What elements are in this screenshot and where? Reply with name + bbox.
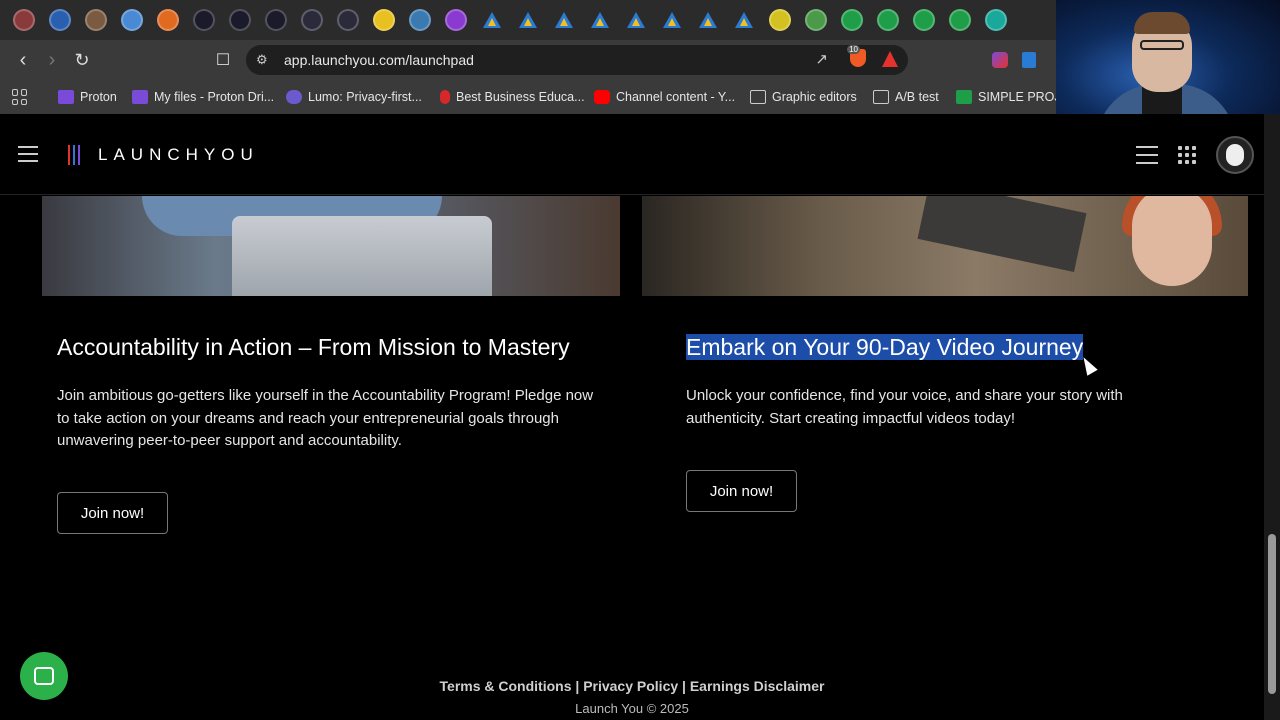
folder-icon	[750, 90, 766, 104]
scrollbar[interactable]	[1264, 114, 1280, 720]
menu-icon[interactable]	[18, 146, 38, 162]
sheets-icon	[956, 90, 972, 104]
header-actions	[1136, 136, 1254, 174]
accountability-image	[42, 196, 620, 296]
privacy-link[interactable]: Privacy Policy	[583, 678, 678, 694]
pinned-tab[interactable]	[330, 2, 366, 38]
pinned-tab[interactable]	[942, 2, 978, 38]
apps-icon[interactable]	[12, 89, 28, 105]
back-icon[interactable]: ‹	[8, 45, 38, 75]
pinned-tab[interactable]	[762, 2, 798, 38]
earnings-link[interactable]: Earnings Disclaimer	[690, 678, 825, 694]
terms-link[interactable]: Terms & Conditions	[440, 678, 572, 694]
url-text[interactable]: app.launchyou.com/launchpad	[284, 52, 474, 68]
card-title-accountability: Accountability in Action – From Mission …	[57, 334, 570, 360]
apps-grid-icon[interactable]	[1178, 146, 1196, 164]
bookmark-ab-test[interactable]: A/B test	[873, 90, 939, 104]
pinned-tab[interactable]	[186, 2, 222, 38]
bookmark-lumo[interactable]: Lumo: Privacy-first...	[286, 90, 422, 104]
extension-icon[interactable]	[992, 52, 1008, 68]
pinned-tab[interactable]	[798, 2, 834, 38]
card-text-accountability: Join ambitious go-getters like yourself …	[57, 387, 594, 449]
join-now-button-video-journey[interactable]: Join now!	[686, 470, 797, 512]
join-now-button-accountability[interactable]: Join now!	[57, 492, 168, 534]
bookmark-proton-drive[interactable]: My files - Proton Dri...	[132, 90, 274, 104]
card-text-video-journey: Unlock your confidence, find your voice,…	[686, 387, 1123, 427]
ads-tab-icon[interactable]	[690, 2, 726, 38]
avatar[interactable]	[1216, 136, 1254, 174]
bookmark-business[interactable]: Best Business Educa...	[440, 90, 585, 104]
folder-icon	[873, 90, 889, 104]
footer-separator: |	[682, 678, 686, 694]
ads-tab-icon[interactable]	[582, 2, 618, 38]
pinned-tab[interactable]	[402, 2, 438, 38]
pinned-tab[interactable]	[6, 2, 42, 38]
pinned-tab[interactable]	[150, 2, 186, 38]
logo-bars-icon	[68, 145, 80, 165]
ads-tab-icon[interactable]	[510, 2, 546, 38]
footer-separator: |	[575, 678, 580, 694]
bookmark-proton[interactable]: Proton	[58, 90, 117, 104]
lumo-icon	[286, 90, 302, 104]
footer-links: Terms & Conditions | Privacy Policy | Ea…	[0, 678, 1264, 694]
brave-rewards-icon[interactable]	[882, 51, 898, 67]
bookmark-youtube[interactable]: Channel content - Y...	[594, 90, 735, 104]
youtube-icon	[594, 90, 610, 104]
ads-tab-icon[interactable]	[618, 2, 654, 38]
scrollbar-thumb[interactable]	[1268, 534, 1276, 694]
ads-tab-icon[interactable]	[654, 2, 690, 38]
pinned-tab[interactable]	[222, 2, 258, 38]
forward-icon[interactable]: ›	[37, 45, 67, 75]
reload-icon[interactable]: ↻	[67, 45, 97, 75]
pinned-tab[interactable]	[366, 2, 402, 38]
site-settings-icon[interactable]: ⚙	[256, 52, 268, 68]
pin-icon	[440, 90, 450, 104]
omnibox[interactable]: ⚙ app.launchyou.com/launchpad ↗ 10	[246, 45, 908, 75]
launchyou-logo[interactable]: LAUNCHYOU	[68, 145, 259, 165]
folder-icon	[58, 90, 74, 104]
card-title-video-journey: Embark on Your 90-Day Video Journey	[686, 334, 1084, 360]
site-header: LAUNCHYOU	[0, 114, 1264, 195]
pinned-tab[interactable]	[438, 2, 474, 38]
pinned-tab[interactable]	[78, 2, 114, 38]
pinned-tab[interactable]	[258, 2, 294, 38]
proton-drive-icon	[132, 90, 148, 104]
ads-tab-icon[interactable]	[726, 2, 762, 38]
pinned-tab[interactable]	[870, 2, 906, 38]
logo-text: LAUNCHYOU	[98, 145, 259, 164]
brave-badge: 10	[847, 45, 860, 54]
share-icon[interactable]: ↗	[815, 50, 828, 68]
pinned-tab[interactable]	[294, 2, 330, 38]
pinned-tab[interactable]	[114, 2, 150, 38]
ads-tab-icon[interactable]	[474, 2, 510, 38]
list-icon[interactable]	[1136, 146, 1158, 164]
pinned-tab[interactable]	[42, 2, 78, 38]
pinned-tab[interactable]	[834, 2, 870, 38]
page-content: LAUNCHYOU Accountability in Action – Fro…	[0, 114, 1264, 720]
bookmark-icon[interactable]: ☐	[208, 45, 238, 75]
ads-tab-icon[interactable]	[546, 2, 582, 38]
webcam-overlay	[1056, 0, 1280, 126]
video-journey-image	[642, 196, 1248, 296]
pinned-tab[interactable]	[906, 2, 942, 38]
bookmark-graphic-editors[interactable]: Graphic editors	[750, 90, 857, 104]
extension-icon[interactable]	[1022, 52, 1036, 68]
pinned-tab[interactable]	[978, 2, 1014, 38]
copyright-text: Launch You © 2025	[575, 701, 689, 716]
